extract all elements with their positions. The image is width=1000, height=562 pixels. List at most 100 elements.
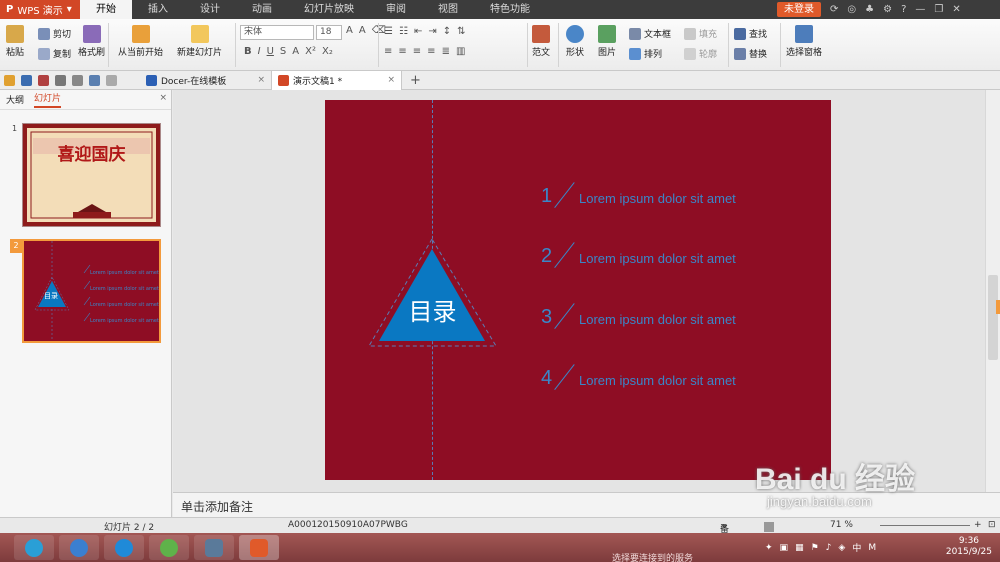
replace-button[interactable]: 替换 — [734, 47, 767, 60]
print-preview-icon[interactable] — [72, 74, 83, 86]
toc-item-2[interactable]: 2 Lorem ipsum dolor sit amet — [541, 242, 736, 268]
tab-insert[interactable]: 插入 — [132, 0, 184, 19]
cut-button[interactable]: 剪切 — [38, 27, 71, 40]
taskbar-app-browser[interactable] — [104, 535, 144, 560]
bold-icon[interactable]: B — [244, 46, 252, 57]
taskbar-clock[interactable]: 9:36 2015/9/25 — [946, 536, 992, 558]
decrease-indent-icon[interactable]: ⇤ — [414, 26, 422, 37]
zoom-slider[interactable] — [880, 525, 970, 526]
app-menu-button[interactable]: P WPS 演示 ▾ — [0, 0, 80, 19]
new-tab-button[interactable]: + — [402, 73, 429, 88]
slide-thumbnail-2[interactable]: 目录 Lorem ipsum dolor sit amet Lorem ipsu… — [22, 239, 161, 343]
tab-presentation1[interactable]: 演示文稿1 * × — [272, 70, 402, 90]
scrollbar-thumb[interactable] — [988, 275, 998, 360]
wifi-icon[interactable]: ✦ — [765, 543, 773, 553]
tab-outline[interactable]: 大纲 — [6, 93, 24, 106]
network-icon[interactable]: ▦ — [795, 543, 804, 553]
line-spacing-icon[interactable]: ↕ — [443, 26, 451, 37]
new-slide-button[interactable]: 新建幻灯片 — [177, 25, 222, 58]
tab-animation[interactable]: 动画 — [236, 0, 288, 19]
distribute-icon[interactable]: ≣ — [442, 46, 450, 57]
zoom-in-icon[interactable]: + — [974, 520, 982, 530]
subscript-icon[interactable]: X₂ — [322, 46, 333, 57]
tab-view[interactable]: 视图 — [422, 0, 474, 19]
tab-slideshow[interactable]: 幻灯片放映 — [288, 0, 370, 19]
close-icon[interactable]: × — [159, 93, 167, 103]
slide-thumbnail-1[interactable]: 喜迎国庆 — [22, 123, 161, 227]
italic-icon[interactable]: I — [258, 46, 261, 57]
text-direction-icon[interactable]: ⇅ — [457, 26, 465, 37]
toc-label[interactable]: 目录 — [385, 292, 480, 327]
align-right-icon[interactable]: ≡ — [413, 46, 421, 57]
vertical-scrollbar[interactable] — [985, 90, 1000, 492]
grow-font-icon[interactable]: A — [346, 25, 353, 36]
tab-review[interactable]: 审阅 — [370, 0, 422, 19]
tray-app-icon[interactable]: ◈ — [838, 543, 845, 553]
strikethrough-icon[interactable]: S — [280, 46, 286, 57]
from-current-button[interactable]: 从当前开始 — [118, 25, 163, 58]
fit-window-icon[interactable]: ⊡ — [988, 520, 996, 530]
export-pdf-icon[interactable] — [38, 74, 49, 86]
slide-canvas[interactable]: 目录 1 Lorem ipsum dolor sit amet 2 Lorem … — [325, 100, 831, 480]
redo-icon[interactable] — [106, 74, 117, 86]
superscript-icon[interactable]: X² — [305, 46, 316, 57]
reading-view-icon[interactable] — [764, 522, 774, 532]
flag-icon[interactable]: ⚑ — [811, 543, 819, 553]
selection-pane-button[interactable]: 选择窗格 — [786, 25, 822, 58]
outline-button[interactable]: 轮廓 — [684, 47, 717, 60]
toc-item-4[interactable]: 4 Lorem ipsum dolor sit amet — [541, 364, 736, 390]
format-painter-button[interactable]: 格式刷 — [78, 25, 105, 58]
taskbar-app-ie[interactable] — [59, 535, 99, 560]
shape-button[interactable]: 形状 — [566, 25, 584, 58]
sync-icon[interactable]: ◎ — [847, 4, 856, 15]
volume-icon[interactable]: ♪ — [826, 543, 832, 553]
paste-button[interactable]: 粘贴 — [6, 25, 24, 58]
font-name-select[interactable]: 宋体 — [240, 25, 314, 40]
tab-design[interactable]: 设计 — [184, 0, 236, 19]
increase-indent-icon[interactable]: ⇥ — [428, 26, 436, 37]
tab-docer-templates[interactable]: Docer-在线模板 × — [140, 70, 272, 90]
refresh-icon[interactable]: ⟳ — [830, 4, 838, 15]
shrink-font-icon[interactable]: A — [359, 25, 366, 36]
undo-icon[interactable] — [89, 74, 100, 86]
fill-button[interactable]: 填充 — [684, 27, 717, 40]
tray-app-icon[interactable]: ▣ — [780, 543, 789, 553]
login-button[interactable]: 未登录 — [777, 2, 821, 17]
underline-icon[interactable]: U — [267, 46, 274, 57]
close-icon[interactable]: × — [257, 75, 265, 85]
copy-button[interactable]: 复制 — [38, 47, 71, 60]
save-icon[interactable] — [21, 74, 32, 86]
open-folder-icon[interactable] — [4, 74, 15, 86]
tab-home[interactable]: 开始 — [80, 0, 132, 19]
column-icon[interactable]: ▥ — [456, 46, 465, 57]
numbered-list-icon[interactable]: ☷ — [399, 26, 408, 37]
arrange-button[interactable]: 排列 — [629, 47, 662, 60]
taskbar-app-explorer[interactable] — [194, 535, 234, 560]
tab-slides[interactable]: 幻灯片 — [34, 91, 62, 108]
taskbar-app-qq[interactable] — [14, 535, 54, 560]
skin-icon[interactable]: ♣ — [865, 4, 874, 15]
tab-features[interactable]: 特色功能 — [474, 0, 546, 19]
taskbar-app-utorrent[interactable] — [149, 535, 189, 560]
find-button[interactable]: 查找 — [734, 27, 767, 40]
zoom-level[interactable]: 71 % — [830, 520, 853, 530]
settings-icon[interactable]: ⚙ — [883, 4, 892, 15]
picture-button[interactable]: 图片 — [598, 25, 616, 58]
close-icon[interactable]: ✕ — [952, 4, 960, 15]
close-icon[interactable]: × — [387, 75, 395, 85]
template-button[interactable]: 范文 — [532, 25, 550, 58]
align-left-icon[interactable]: ≡ — [384, 46, 392, 57]
font-size-select[interactable]: 18 — [316, 25, 342, 40]
minimize-icon[interactable]: — — [915, 4, 925, 15]
ime-indicator[interactable]: 中 — [852, 541, 861, 554]
toc-item-1[interactable]: 1 Lorem ipsum dolor sit amet — [541, 182, 736, 208]
justify-icon[interactable]: ≡ — [427, 46, 435, 57]
textbox-button[interactable]: 文本框 — [629, 27, 671, 40]
align-center-icon[interactable]: ≡ — [398, 46, 406, 57]
maximize-icon[interactable]: ❐ — [934, 4, 943, 15]
print-icon[interactable] — [55, 74, 66, 86]
font-color-icon[interactable]: A — [292, 46, 299, 57]
keyboard-icon[interactable]: M — [868, 543, 876, 553]
bullet-list-icon[interactable]: ☰ — [384, 26, 393, 37]
taskbar-app-wps[interactable] — [239, 535, 279, 560]
